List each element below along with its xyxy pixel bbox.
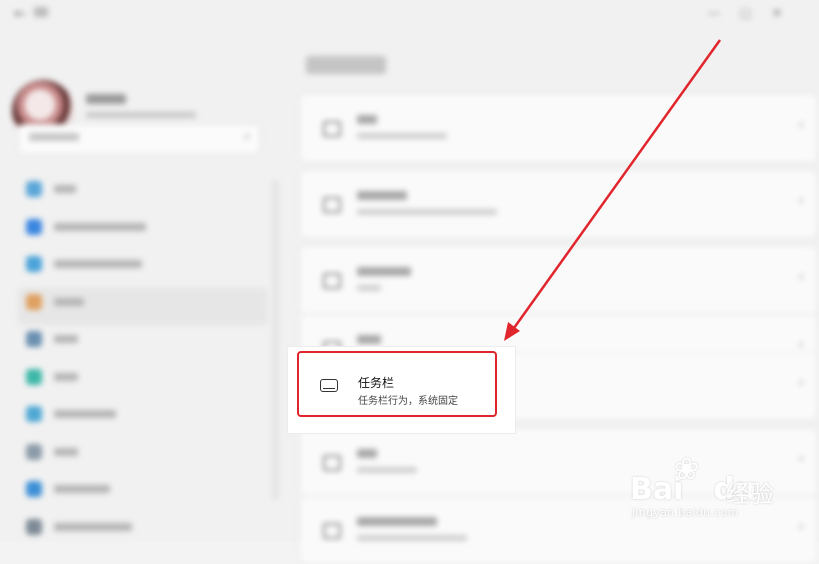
- minimize-icon[interactable]: —: [708, 6, 720, 20]
- setting-icon: [323, 121, 341, 137]
- nav-icon: [26, 443, 42, 460]
- card-title: [357, 449, 377, 458]
- sidebar-item[interactable]: [18, 363, 268, 401]
- sidebar-item-label: [54, 410, 116, 418]
- chevron-right-icon: ›: [798, 193, 804, 209]
- chevron-right-icon: ›: [798, 117, 804, 133]
- sidebar-item[interactable]: [18, 400, 268, 438]
- sidebar-item[interactable]: [18, 513, 268, 551]
- profile-email: [86, 112, 196, 118]
- sidebar-scrollbar[interactable]: [274, 180, 277, 500]
- nav-icon: [26, 181, 42, 197]
- sidebar-item-label: [54, 297, 84, 306]
- search-input[interactable]: ⌕: [18, 124, 260, 154]
- card-subtitle: [357, 209, 497, 215]
- sidebar-item-label: [54, 260, 142, 268]
- card-subtitle: [357, 285, 381, 291]
- back-arrow-icon[interactable]: ←: [14, 6, 26, 22]
- nav-icon: [26, 331, 42, 347]
- nav-icon: [26, 518, 42, 535]
- sidebar-item-label: [54, 335, 78, 343]
- card-subtitle: [357, 535, 467, 541]
- sidebar-item-selected[interactable]: [18, 287, 268, 325]
- sidebar-item[interactable]: [18, 213, 268, 251]
- settings-window: ← — ▢ ✕ ⌕ › › › › › › › 任务栏 任务栏行为，系统固定 B…: [0, 0, 819, 564]
- paw-icon: ❀: [674, 452, 700, 487]
- setting-icon: [323, 523, 341, 539]
- nav-icon: [26, 368, 42, 385]
- nav-icon: [26, 218, 42, 235]
- sidebar-item-label: [54, 447, 78, 456]
- sidebar-item-label: [54, 522, 132, 531]
- nav-icon: [26, 256, 42, 272]
- card-subtitle: [357, 467, 417, 473]
- search-icon: ⌕: [243, 129, 251, 144]
- sidebar-item-label: [54, 185, 76, 193]
- setting-icon: [323, 197, 341, 213]
- watermark-url: jingyan.baidu.com: [632, 506, 739, 519]
- nav-icon: [26, 481, 42, 497]
- settings-card[interactable]: ›: [300, 246, 817, 314]
- settings-card[interactable]: ›: [300, 170, 817, 238]
- window-title: [34, 7, 48, 17]
- maximize-icon[interactable]: ▢: [740, 6, 751, 20]
- highlight-box: [297, 351, 497, 417]
- sidebar-item[interactable]: [18, 175, 268, 213]
- settings-card[interactable]: ›: [300, 94, 817, 162]
- card-title: [357, 267, 411, 276]
- card-title: [357, 517, 437, 526]
- watermark-brand: 经验: [726, 480, 774, 508]
- chevron-right-icon: ›: [798, 375, 804, 391]
- setting-icon: [323, 273, 341, 289]
- chevron-right-icon: ›: [798, 269, 804, 285]
- watermark: Bai du ❀ 经验 jingyan.baidu.com: [630, 452, 810, 522]
- nav-icon: [26, 293, 42, 310]
- sidebar-item-label: [54, 372, 78, 381]
- chevron-right-icon: ›: [798, 337, 804, 353]
- sidebar-nav: [18, 175, 268, 550]
- sidebar-item[interactable]: [18, 438, 268, 476]
- nav-icon: [26, 406, 42, 422]
- card-title: [357, 191, 407, 200]
- card-subtitle: [357, 133, 447, 139]
- sidebar-item[interactable]: [18, 250, 268, 288]
- sidebar-item[interactable]: [18, 325, 268, 363]
- sidebar: ⌕: [0, 30, 280, 542]
- sidebar-item-label: [54, 222, 146, 231]
- sidebar-item[interactable]: [18, 475, 268, 513]
- card-title: [357, 115, 377, 124]
- search-placeholder: [29, 133, 79, 141]
- title-bar: ← — ▢ ✕: [0, 0, 819, 30]
- setting-icon: [323, 455, 341, 471]
- card-title: [357, 335, 381, 344]
- close-icon[interactable]: ✕: [772, 6, 782, 20]
- profile-name: [86, 94, 126, 104]
- page-title: [306, 56, 386, 74]
- sidebar-item-label: [54, 485, 110, 493]
